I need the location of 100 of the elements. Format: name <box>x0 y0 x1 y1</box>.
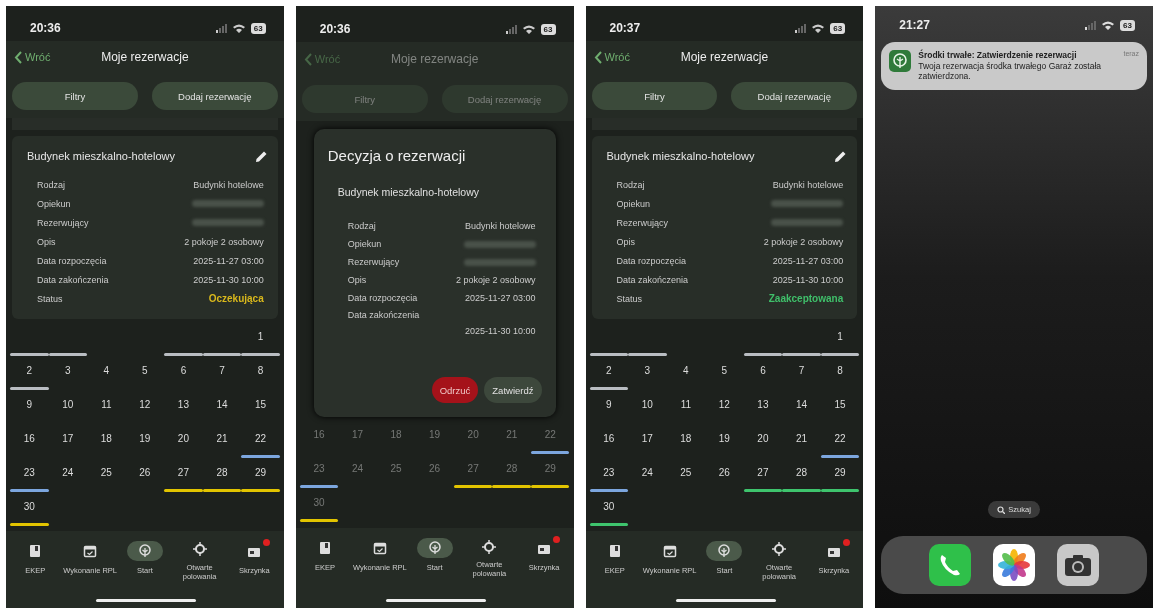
approve-button[interactable]: Zatwierdź <box>484 377 542 403</box>
calendar-day[interactable]: 22 <box>254 432 267 444</box>
calendar-day[interactable]: 18 <box>390 429 402 440</box>
calendar-day[interactable]: 11 <box>101 398 112 410</box>
tree-app-icon <box>889 50 912 72</box>
calendar-day[interactable]: 8 <box>257 364 264 376</box>
calendar-day[interactable]: 21 <box>506 429 518 440</box>
flower-app-icon[interactable] <box>993 544 1036 586</box>
calendar-day[interactable]: 9 <box>26 398 33 410</box>
dialog-subtitle: Budynek mieszkalno-hotelowy <box>337 186 480 198</box>
calendar-day[interactable]: 29 <box>834 466 846 478</box>
calendar-day[interactable]: 10 <box>62 398 74 410</box>
filter-button[interactable]: Filtry <box>12 82 138 111</box>
calendar-day[interactable]: 20 <box>757 432 769 444</box>
calendar-day[interactable]: 21 <box>216 432 228 444</box>
calendar-day[interactable]: 14 <box>216 398 228 410</box>
calendar-day[interactable]: 15 <box>834 398 846 410</box>
calendar-day[interactable]: 17 <box>62 432 74 444</box>
calendar-day[interactable]: 1 <box>837 330 843 342</box>
calendar-day[interactable]: 12 <box>139 398 151 410</box>
calendar-day[interactable]: 30 <box>23 500 35 512</box>
calendar-day[interactable]: 16 <box>313 429 325 440</box>
calendar-day[interactable]: 16 <box>23 432 35 444</box>
camera-app-icon[interactable] <box>1057 544 1100 586</box>
calendar-day[interactable]: 3 <box>65 364 71 376</box>
calendar-day[interactable]: 15 <box>254 398 267 410</box>
calendar-day[interactable]: 5 <box>142 364 148 376</box>
calendar-day[interactable]: 25 <box>390 463 402 474</box>
calendar-day[interactable]: 20 <box>177 432 189 444</box>
back-button[interactable]: Wróć <box>593 50 630 64</box>
pencil-icon[interactable] <box>834 149 848 163</box>
calendar-day[interactable]: 19 <box>139 432 151 444</box>
calendar-day[interactable]: 22 <box>544 429 556 440</box>
calendar-day[interactable]: 3 <box>644 364 651 376</box>
calendar-day[interactable]: 12 <box>718 398 730 410</box>
calendar-day[interactable]: 19 <box>429 429 441 440</box>
calendar-day[interactable]: 6 <box>180 364 187 376</box>
calendar-day[interactable]: 2 <box>26 364 33 376</box>
calendar-day[interactable]: 25 <box>680 466 692 478</box>
calendar-day[interactable]: 21 <box>795 432 807 444</box>
calendar-day[interactable]: 29 <box>544 463 556 474</box>
calendar-day[interactable]: 24 <box>62 466 74 478</box>
calendar-day[interactable]: 18 <box>680 432 692 444</box>
calendar-day[interactable]: 19 <box>718 432 730 444</box>
calendar-day[interactable]: 2 <box>606 364 612 376</box>
clock-time: 20:36 <box>319 22 351 36</box>
screen-title: Moje rezerwacje <box>680 50 769 65</box>
calendar-day[interactable]: 24 <box>641 466 653 478</box>
calendar-day[interactable]: 23 <box>603 466 615 478</box>
calendar-day[interactable]: 27 <box>757 466 769 478</box>
back-button[interactable]: Wróć <box>14 50 51 64</box>
calendar-day[interactable]: 26 <box>139 466 151 478</box>
target-icon <box>192 542 207 557</box>
add-reservation-button[interactable]: Dodaj rezerwację <box>731 82 858 111</box>
field-value: Budynki hotelowe <box>772 179 844 190</box>
calendar-day[interactable]: 10 <box>641 398 653 410</box>
calendar-day[interactable]: 22 <box>834 432 846 444</box>
calendar-day[interactable]: 27 <box>177 466 189 478</box>
calendar-day[interactable]: 20 <box>467 429 479 440</box>
calendar-day[interactable]: 30 <box>313 497 325 508</box>
calendar-day[interactable]: 26 <box>429 463 441 474</box>
calendar-day[interactable]: 7 <box>219 364 225 376</box>
calendar-day[interactable]: 16 <box>603 432 615 444</box>
phone-app-icon[interactable] <box>929 544 972 586</box>
add-reservation-button[interactable]: Dodaj rezerwację <box>151 82 278 111</box>
calendar-day[interactable]: 28 <box>506 463 518 474</box>
calendar-day[interactable]: 13 <box>177 398 189 410</box>
clock-time: 20:36 <box>30 21 61 36</box>
calendar-day[interactable]: 30 <box>603 500 615 512</box>
calendar-day[interactable]: 27 <box>467 463 479 474</box>
calendar-day[interactable]: 24 <box>352 463 364 474</box>
calendar-day[interactable]: 4 <box>683 364 689 376</box>
calendar-day[interactable]: 25 <box>100 466 112 478</box>
calendar-day[interactable]: 26 <box>718 466 730 478</box>
calendar-day[interactable]: 1 <box>257 330 264 342</box>
field-value: 2025-11-30 10:00 <box>193 274 264 285</box>
calendar-day[interactable]: 11 <box>680 398 691 410</box>
field-value: 2025-11-30 10:00 <box>772 274 844 285</box>
calendar-day[interactable]: 13 <box>757 398 769 410</box>
field-label: Opis <box>616 236 635 247</box>
calendar-day[interactable]: 17 <box>352 429 364 440</box>
field-value: 2 pokoje 2 osobowy <box>455 275 536 285</box>
calendar-day[interactable]: 6 <box>760 364 766 376</box>
calendar-day[interactable]: 29 <box>254 466 267 478</box>
calendar-day[interactable]: 9 <box>606 398 612 410</box>
pencil-icon[interactable] <box>254 149 268 163</box>
calendar-day[interactable]: 4 <box>103 364 110 376</box>
calendar-day[interactable]: 28 <box>216 466 228 478</box>
calendar-day[interactable]: 18 <box>100 432 112 444</box>
calendar-day[interactable]: 23 <box>23 466 35 478</box>
field-label: Status <box>37 293 63 304</box>
calendar-day[interactable]: 14 <box>795 398 807 410</box>
calendar-day[interactable]: 28 <box>795 466 807 478</box>
calendar-day[interactable]: 23 <box>313 463 325 474</box>
calendar-day[interactable]: 5 <box>721 364 728 376</box>
calendar-day[interactable]: 17 <box>641 432 653 444</box>
calendar-day[interactable]: 8 <box>837 364 843 376</box>
filter-button[interactable]: Filtry <box>591 82 718 111</box>
reject-button[interactable]: Odrzuć <box>431 377 479 403</box>
calendar-day[interactable]: 7 <box>798 364 805 376</box>
